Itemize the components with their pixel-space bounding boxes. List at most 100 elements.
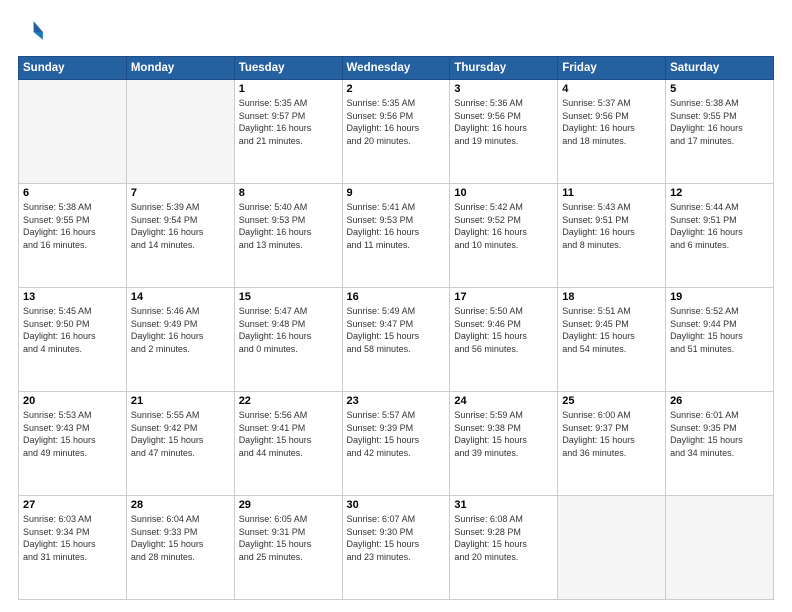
calendar-cell: 10 Sunrise: 5:42 AM Sunset: 9:52 PM Dayli…	[450, 184, 558, 288]
calendar-cell	[19, 80, 127, 184]
day-number: 29	[239, 499, 338, 511]
day-number: 11	[562, 187, 661, 199]
calendar-cell	[126, 80, 234, 184]
logo	[18, 18, 50, 46]
day-number: 12	[670, 187, 769, 199]
day-number: 16	[347, 291, 446, 303]
day-info: Sunrise: 5:36 AM Sunset: 9:56 PM Dayligh…	[454, 97, 553, 147]
calendar-cell: 3 Sunrise: 5:36 AM Sunset: 9:56 PM Daylig…	[450, 80, 558, 184]
day-info: Sunrise: 5:55 AM Sunset: 9:42 PM Dayligh…	[131, 409, 230, 459]
day-info: Sunrise: 6:07 AM Sunset: 9:30 PM Dayligh…	[347, 513, 446, 563]
day-number: 26	[670, 395, 769, 407]
calendar-cell: 13 Sunrise: 5:45 AM Sunset: 9:50 PM Dayli…	[19, 288, 127, 392]
calendar-cell: 2Sunrise: 5:35 AM Sunset: 9:56 PM Daylig…	[342, 80, 450, 184]
page: SundayMondayTuesdayWednesdayThursdayFrid…	[0, 0, 792, 612]
calendar-cell: 27Sunrise: 6:03 AM Sunset: 9:34 PM Dayli…	[19, 496, 127, 600]
weekday-header-monday: Monday	[126, 57, 234, 80]
day-info: Sunrise: 5:51 AM Sunset: 9:45 PM Dayligh…	[562, 305, 661, 355]
day-number: 28	[131, 499, 230, 511]
calendar-cell: 29 Sunrise: 6:05 AM Sunset: 9:31 PM Dayli…	[234, 496, 342, 600]
calendar-cell	[558, 496, 666, 600]
day-number: 6	[23, 187, 122, 199]
day-info: Sunrise: 5:44 AM Sunset: 9:51 PM Dayligh…	[670, 201, 769, 251]
calendar-cell: 18 Sunrise: 5:51 AM Sunset: 9:45 PM Dayli…	[558, 288, 666, 392]
weekday-header-wednesday: Wednesday	[342, 57, 450, 80]
day-number: 10	[454, 187, 553, 199]
day-info: Sunrise: 5:50 AM Sunset: 9:46 PM Dayligh…	[454, 305, 553, 355]
day-number: 17	[454, 291, 553, 303]
header	[18, 18, 774, 46]
calendar-cell: 14 Sunrise: 5:46 AM Sunset: 9:49 PM Dayli…	[126, 288, 234, 392]
day-number: 7	[131, 187, 230, 199]
weekday-header-sunday: Sunday	[19, 57, 127, 80]
day-info: Sunrise: 5:53 AM Sunset: 9:43 PM Dayligh…	[23, 409, 122, 459]
day-info: Sunrise: 5:52 AM Sunset: 9:44 PM Dayligh…	[670, 305, 769, 355]
calendar-cell: 23Sunrise: 5:57 AM Sunset: 9:39 PM Dayli…	[342, 392, 450, 496]
day-info: Sunrise: 5:42 AM Sunset: 9:52 PM Dayligh…	[454, 201, 553, 251]
day-number: 8	[239, 187, 338, 199]
calendar-cell	[666, 496, 774, 600]
day-number: 22	[239, 395, 338, 407]
calendar-cell: 31Sunrise: 6:08 AM Sunset: 9:28 PM Dayli…	[450, 496, 558, 600]
day-info: Sunrise: 6:01 AM Sunset: 9:35 PM Dayligh…	[670, 409, 769, 459]
day-info: Sunrise: 5:47 AM Sunset: 9:48 PM Dayligh…	[239, 305, 338, 355]
day-info: Sunrise: 6:00 AM Sunset: 9:37 PM Dayligh…	[562, 409, 661, 459]
calendar-cell: 19 Sunrise: 5:52 AM Sunset: 9:44 PM Dayli…	[666, 288, 774, 392]
weekday-header-row: SundayMondayTuesdayWednesdayThursdayFrid…	[19, 57, 774, 80]
calendar-cell: 20 Sunrise: 5:53 AM Sunset: 9:43 PM Dayli…	[19, 392, 127, 496]
day-number: 5	[670, 83, 769, 95]
day-info: Sunrise: 5:49 AM Sunset: 9:47 PM Dayligh…	[347, 305, 446, 355]
calendar-week-5: 27Sunrise: 6:03 AM Sunset: 9:34 PM Dayli…	[19, 496, 774, 600]
calendar-cell: 17 Sunrise: 5:50 AM Sunset: 9:46 PM Dayli…	[450, 288, 558, 392]
calendar-cell: 8 Sunrise: 5:40 AM Sunset: 9:53 PM Daylig…	[234, 184, 342, 288]
day-info: Sunrise: 5:41 AM Sunset: 9:53 PM Dayligh…	[347, 201, 446, 251]
calendar-cell: 9Sunrise: 5:41 AM Sunset: 9:53 PM Daylig…	[342, 184, 450, 288]
calendar-cell: 21 Sunrise: 5:55 AM Sunset: 9:42 PM Dayli…	[126, 392, 234, 496]
day-info: Sunrise: 6:03 AM Sunset: 9:34 PM Dayligh…	[23, 513, 122, 563]
day-number: 14	[131, 291, 230, 303]
calendar-cell: 24Sunrise: 5:59 AM Sunset: 9:38 PM Dayli…	[450, 392, 558, 496]
calendar-cell: 30 Sunrise: 6:07 AM Sunset: 9:30 PM Dayli…	[342, 496, 450, 600]
day-number: 18	[562, 291, 661, 303]
calendar-cell: 28 Sunrise: 6:04 AM Sunset: 9:33 PM Dayli…	[126, 496, 234, 600]
day-number: 15	[239, 291, 338, 303]
calendar-cell: 15 Sunrise: 5:47 AM Sunset: 9:48 PM Dayli…	[234, 288, 342, 392]
day-info: Sunrise: 6:04 AM Sunset: 9:33 PM Dayligh…	[131, 513, 230, 563]
day-info: Sunrise: 5:35 AM Sunset: 9:57 PM Dayligh…	[239, 97, 338, 147]
day-info: Sunrise: 5:39 AM Sunset: 9:54 PM Dayligh…	[131, 201, 230, 251]
day-info: Sunrise: 6:05 AM Sunset: 9:31 PM Dayligh…	[239, 513, 338, 563]
weekday-header-friday: Friday	[558, 57, 666, 80]
calendar-cell: 22 Sunrise: 5:56 AM Sunset: 9:41 PM Dayli…	[234, 392, 342, 496]
day-info: Sunrise: 5:45 AM Sunset: 9:50 PM Dayligh…	[23, 305, 122, 355]
day-info: Sunrise: 5:38 AM Sunset: 9:55 PM Dayligh…	[670, 97, 769, 147]
day-number: 3	[454, 83, 553, 95]
logo-icon	[18, 18, 46, 46]
calendar-week-1: 1 Sunrise: 5:35 AM Sunset: 9:57 PM Daylig…	[19, 80, 774, 184]
day-number: 1	[239, 83, 338, 95]
day-number: 30	[347, 499, 446, 511]
day-info: Sunrise: 5:43 AM Sunset: 9:51 PM Dayligh…	[562, 201, 661, 251]
calendar-cell: 1 Sunrise: 5:35 AM Sunset: 9:57 PM Daylig…	[234, 80, 342, 184]
calendar-cell: 25Sunrise: 6:00 AM Sunset: 9:37 PM Dayli…	[558, 392, 666, 496]
calendar-table: SundayMondayTuesdayWednesdayThursdayFrid…	[18, 56, 774, 600]
calendar-week-4: 20 Sunrise: 5:53 AM Sunset: 9:43 PM Dayli…	[19, 392, 774, 496]
calendar-cell: 4Sunrise: 5:37 AM Sunset: 9:56 PM Daylig…	[558, 80, 666, 184]
calendar-cell: 6Sunrise: 5:38 AM Sunset: 9:55 PM Daylig…	[19, 184, 127, 288]
calendar-cell: 5 Sunrise: 5:38 AM Sunset: 9:55 PM Daylig…	[666, 80, 774, 184]
day-info: Sunrise: 5:46 AM Sunset: 9:49 PM Dayligh…	[131, 305, 230, 355]
calendar-week-2: 6Sunrise: 5:38 AM Sunset: 9:55 PM Daylig…	[19, 184, 774, 288]
day-info: Sunrise: 6:08 AM Sunset: 9:28 PM Dayligh…	[454, 513, 553, 563]
day-number: 19	[670, 291, 769, 303]
day-number: 21	[131, 395, 230, 407]
day-info: Sunrise: 5:59 AM Sunset: 9:38 PM Dayligh…	[454, 409, 553, 459]
weekday-header-saturday: Saturday	[666, 57, 774, 80]
calendar-week-3: 13 Sunrise: 5:45 AM Sunset: 9:50 PM Dayli…	[19, 288, 774, 392]
day-number: 13	[23, 291, 122, 303]
day-info: Sunrise: 5:40 AM Sunset: 9:53 PM Dayligh…	[239, 201, 338, 251]
weekday-header-tuesday: Tuesday	[234, 57, 342, 80]
calendar-cell: 26 Sunrise: 6:01 AM Sunset: 9:35 PM Dayli…	[666, 392, 774, 496]
day-number: 20	[23, 395, 122, 407]
day-info: Sunrise: 5:57 AM Sunset: 9:39 PM Dayligh…	[347, 409, 446, 459]
day-info: Sunrise: 5:56 AM Sunset: 9:41 PM Dayligh…	[239, 409, 338, 459]
day-number: 4	[562, 83, 661, 95]
